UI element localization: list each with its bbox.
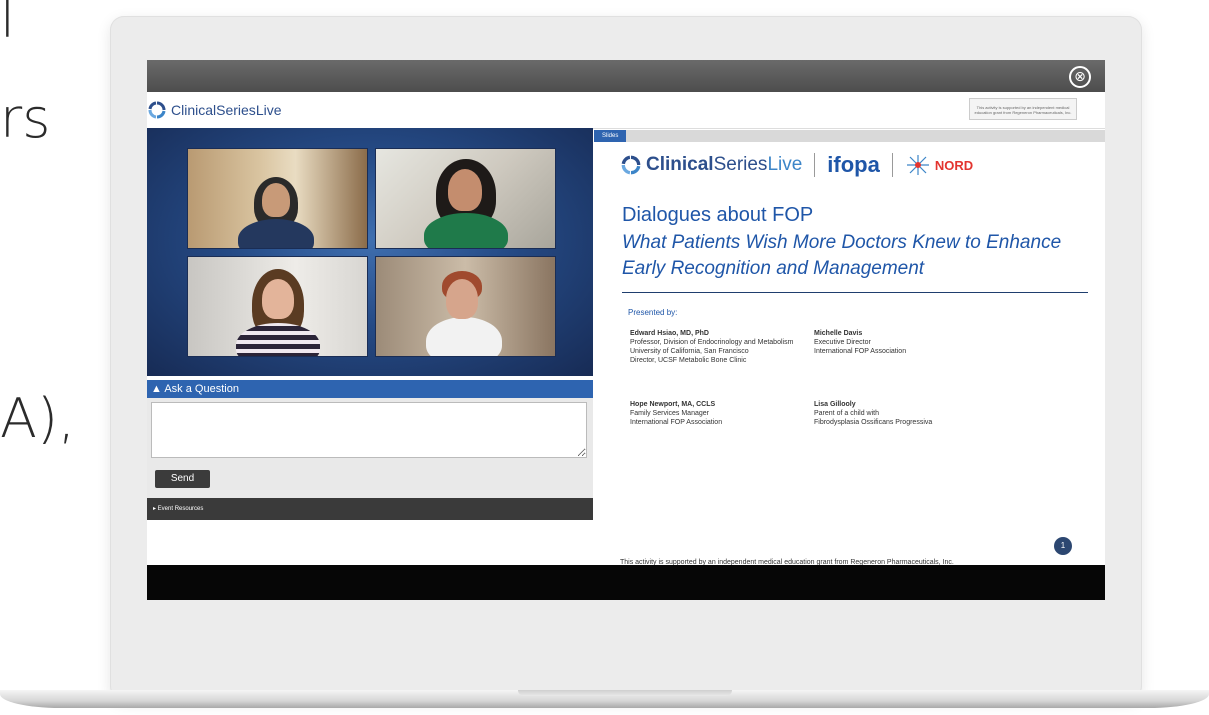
slide-subtitle: What Patients Wish More Doctors Knew to … xyxy=(622,232,1062,279)
presenter-2: Michelle Davis Executive Director Intern… xyxy=(814,329,906,356)
background-text-line3: A), xyxy=(0,387,76,450)
site-header: ClinicalSeriesLive This activity is supp… xyxy=(147,92,1105,129)
question-input[interactable] xyxy=(151,402,587,458)
logo-divider xyxy=(891,153,893,177)
webcast-screen: ⊗ ClinicalSeriesLive This activity is su… xyxy=(147,60,1105,600)
presenter-3: Hope Newport, MA, CCLS Family Services M… xyxy=(630,400,722,427)
presenter-role: Director, UCSF Metabolic Bone Clinic xyxy=(630,357,747,364)
presenter-name: Lisa Gillooly xyxy=(814,401,856,408)
presenter-affiliation: International FOP Association xyxy=(814,348,907,355)
clinical-series-logo-text: ClinicalSeriesLive xyxy=(646,154,802,176)
participant-face xyxy=(448,169,482,211)
laptop-notch xyxy=(518,690,732,696)
presenter-1: Edward Hsiao, MD, PhD Professor, Divisio… xyxy=(630,329,793,365)
presenter-title: Executive Director xyxy=(814,339,871,346)
background-text-line1: l xyxy=(0,0,16,50)
nord-logo: NORD xyxy=(905,154,973,176)
presenter-title: Family Services Manager xyxy=(630,410,709,417)
participant-face xyxy=(446,279,478,319)
brand-name-light: Live xyxy=(255,102,282,118)
brand-logo-icon xyxy=(148,101,166,119)
video-panel xyxy=(147,128,593,376)
slide-page-badge: 1 xyxy=(1054,537,1072,555)
presenter-affiliation: International FOP Association xyxy=(630,419,723,426)
bottom-bar xyxy=(147,565,1105,600)
participant-face xyxy=(262,279,294,319)
video-tile-presenter-1[interactable] xyxy=(187,148,368,249)
participant-body xyxy=(236,323,320,356)
presenter-affiliation: University of California, San Francisco xyxy=(630,348,749,355)
nord-logo-text: NORD xyxy=(934,157,974,173)
video-tile-presenter-3[interactable] xyxy=(187,256,368,357)
event-resources-toggle[interactable]: ▸ Event Resources xyxy=(147,498,593,520)
presenter-name: Edward Hsiao, MD, PhD xyxy=(630,330,709,337)
presenter-affiliation: Fibrodysplasia Ossificans Progressiva xyxy=(814,419,933,426)
logo-text-mid: Series xyxy=(713,154,768,175)
presentation-slide: ClinicalSeriesLive ifopa NORD Dialogues … xyxy=(594,142,1105,566)
presenter-name: Michelle Davis xyxy=(814,330,863,337)
logo-text-light: Live xyxy=(767,154,803,175)
ifopa-logo: ifopa xyxy=(827,152,880,177)
window-top-bar: ⊗ xyxy=(147,60,1105,92)
brand-name: ClinicalSeriesLive xyxy=(171,102,282,118)
nord-burst-icon xyxy=(906,155,929,175)
grant-support-box: This activity is supported by an indepen… xyxy=(969,98,1077,120)
tab-slides[interactable]: Slides xyxy=(594,130,627,142)
send-button[interactable]: Send xyxy=(155,470,210,488)
ask-question-header[interactable]: ▲ Ask a Question xyxy=(147,380,593,398)
slide-divider xyxy=(622,292,1088,293)
presenter-4: Lisa Gillooly Parent of a child with Fib… xyxy=(814,400,932,427)
logo-divider xyxy=(814,153,816,177)
background-text-line2: rs xyxy=(0,87,51,150)
video-tile-presenter-2[interactable] xyxy=(375,148,556,249)
logo-text-bold: Clinical xyxy=(646,154,714,175)
participant-body xyxy=(426,317,502,356)
slide-logos: ClinicalSeriesLive ifopa NORD xyxy=(620,152,973,178)
close-icon[interactable]: ⊗ xyxy=(1069,66,1091,88)
presenter-title: Parent of a child with xyxy=(814,410,879,417)
presented-by-label: Presented by: xyxy=(628,308,678,317)
clinical-series-logo-icon xyxy=(621,155,641,175)
brand-logo[interactable]: ClinicalSeriesLive xyxy=(147,100,282,120)
brand-name-bold: ClinicalSeries xyxy=(171,102,256,118)
participant-body xyxy=(238,219,314,248)
left-panel: ▲ Ask a Question Send ▸ Event Resources xyxy=(147,128,593,520)
slides-tab-bar: Slides xyxy=(594,130,1105,142)
video-tile-presenter-4[interactable] xyxy=(375,256,556,357)
participant-body xyxy=(424,213,508,248)
ask-question-panel: Send xyxy=(147,398,593,498)
slide-title: Dialogues about FOP xyxy=(622,204,814,226)
presenter-title: Professor, Division of Endocrinology and… xyxy=(630,339,794,346)
presenter-name: Hope Newport, MA, CCLS xyxy=(630,401,716,408)
participant-face xyxy=(262,183,290,217)
